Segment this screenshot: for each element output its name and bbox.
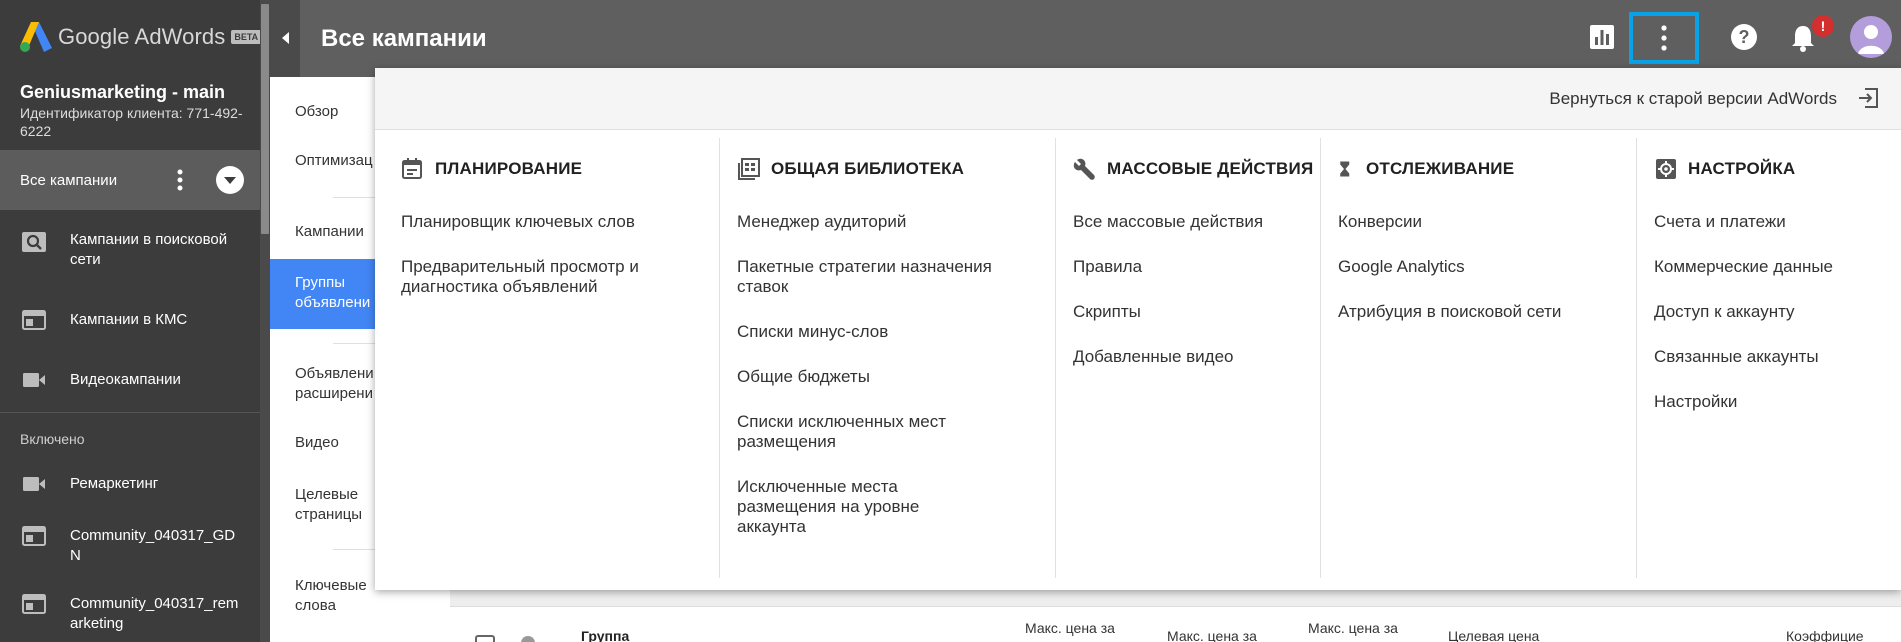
link-scripts[interactable]: Скрипты: [1073, 302, 1141, 322]
more-menu-panel: Вернуться к старой версии AdWords ПЛАНИР…: [375, 68, 1901, 590]
video-camera-icon: [23, 373, 45, 387]
page-title: Все кампании: [321, 25, 487, 52]
all-campaigns-item[interactable]: Все кампании: [0, 150, 260, 210]
sidebar-item-label: Community_040317_GDN: [70, 527, 236, 564]
panel-top-bar: Вернуться к старой версии AdWords: [375, 68, 1901, 130]
table-header-row: Группа Макс. цена за Макс. цена за Макс.…: [450, 606, 1901, 642]
logo-text: Google AdWords: [58, 24, 226, 49]
collapse-sidebar-button[interactable]: [270, 0, 300, 77]
display-campaign-icon: [22, 310, 46, 330]
user-avatar[interactable]: [1850, 16, 1892, 58]
svg-text:?: ?: [1739, 27, 1750, 47]
video-camera-icon: [23, 477, 45, 491]
hourglass-icon: [1340, 161, 1350, 177]
column-header-coefficient[interactable]: Коэффицие: [1786, 627, 1864, 642]
link-all-bulk-actions[interactable]: Все массовые действия: [1073, 212, 1263, 232]
menu-column-title: ОБЩАЯ БИБЛИОТЕКА: [771, 159, 965, 178]
link-shared-budgets[interactable]: Общие бюджеты: [737, 367, 870, 387]
menu-column-heading: ПЛАНИРОВАНИЕ: [401, 158, 582, 180]
notification-badge: !: [1812, 15, 1834, 37]
menu-column-title: НАСТРОЙКА: [1688, 159, 1796, 178]
menu-column-heading: НАСТРОЙКА: [1654, 158, 1795, 180]
return-old-version-link[interactable]: Вернуться к старой версии AdWords: [1549, 89, 1837, 109]
account-name: Geniusmarketing - main: [20, 82, 226, 102]
calendar-icon: [402, 158, 422, 179]
link-placement-exclusion-lists[interactable]: Списки исключенных мест размещения: [737, 412, 997, 452]
column-divider: [1636, 138, 1637, 578]
link-uploaded-videos[interactable]: Добавленные видео: [1073, 347, 1234, 367]
link-rules[interactable]: Правила: [1073, 257, 1142, 277]
link-linked-accounts[interactable]: Связанные аккаунты: [1654, 347, 1819, 367]
nav-item-keywords[interactable]: Ключевые слова: [295, 576, 375, 616]
menu-column-title: ОТСЛЕЖИВАНИЕ: [1366, 159, 1515, 178]
link-account-placement-exclusions[interactable]: Исключенные места размещения на уровне а…: [737, 477, 957, 537]
library-icon: [738, 158, 760, 180]
menu-column-bulk-actions: МАССОВЫЕ ДЕЙСТВИЯ Все массовые действия …: [1073, 138, 1313, 578]
sidebar-divider: [0, 412, 260, 413]
column-header-max-cpc-3[interactable]: Макс. цена за: [1308, 619, 1398, 637]
client-id: Идентификатор клиента: 771-492-6222: [20, 105, 243, 139]
nav-item-ads-extensions[interactable]: Объявлени расширени: [295, 364, 375, 404]
sidebar-item-label: Кампании в поисковой сети: [70, 231, 228, 268]
sidebar-item-label: Community_040317_remarketing: [70, 595, 239, 632]
exit-to-app-icon[interactable]: [1857, 87, 1879, 109]
search-campaign-icon: [22, 232, 46, 252]
link-ad-preview-diagnosis[interactable]: Предварительный просмотр и диагностика о…: [401, 257, 691, 297]
menu-column-heading: МАССОВЫЕ ДЕЙСТВИЯ: [1073, 158, 1313, 180]
display-campaign-icon: [22, 594, 46, 614]
link-conversions[interactable]: Конверсии: [1338, 212, 1422, 232]
sidebar-section-enabled: Включено: [20, 431, 85, 447]
status-dot-icon: [521, 636, 535, 642]
link-keyword-planner[interactable]: Планировщик ключевых слов: [401, 212, 635, 232]
column-header-max-cpc-1[interactable]: Макс. цена за: [1025, 619, 1115, 637]
menu-column-setup: НАСТРОЙКА Счета и платежи Коммерческие д…: [1654, 138, 1894, 578]
link-account-access[interactable]: Доступ к аккаунту: [1654, 302, 1795, 322]
menu-column-heading: ОБЩАЯ БИБЛИОТЕКА: [737, 158, 964, 180]
menu-column-heading: ОТСЛЕЖИВАНИЕ: [1338, 158, 1514, 180]
column-divider: [719, 138, 720, 578]
more-vert-icon[interactable]: [170, 168, 190, 192]
wrench-icon: [1073, 158, 1095, 180]
all-campaigns-label: Все кампании: [20, 172, 118, 189]
menu-column-shared-library: ОБЩАЯ БИБЛИОТЕКА Менеджер аудиторий Паке…: [737, 138, 1037, 578]
link-google-analytics[interactable]: Google Analytics: [1338, 257, 1465, 277]
column-header-ad-group[interactable]: Группа: [581, 627, 629, 642]
sidebar-item-label: Видеокампании: [70, 371, 181, 388]
nav-item-landing-pages[interactable]: Целевые страницы: [295, 485, 375, 525]
sidebar-item-label: Кампании в КМС: [70, 311, 188, 328]
menu-column-title: МАССОВЫЕ ДЕЙСТВИЯ: [1107, 159, 1314, 178]
help-icon[interactable]: ?: [1730, 23, 1758, 51]
scrollbar-thumb[interactable]: [261, 4, 269, 234]
column-divider: [1055, 138, 1056, 578]
select-all-checkbox[interactable]: [475, 635, 495, 642]
link-billing-payments[interactable]: Счета и платежи: [1654, 212, 1786, 232]
gear-icon: [1656, 159, 1676, 179]
sidebar-scrollbar[interactable]: [260, 0, 270, 642]
link-business-data[interactable]: Коммерческие данные: [1654, 257, 1833, 277]
menu-column-title: ПЛАНИРОВАНИЕ: [435, 159, 583, 178]
adwords-logo-icon: [20, 22, 52, 52]
display-campaign-icon: [22, 526, 46, 546]
nav-item-ad-groups[interactable]: Группы объявлени: [295, 273, 375, 313]
column-header-max-cpc-2[interactable]: Макс. цена за: [1167, 627, 1257, 642]
top-header: Все кампании ? !: [270, 0, 1901, 77]
link-settings[interactable]: Настройки: [1654, 392, 1737, 412]
left-sidebar: Google AdWords BETA Geniusmarketing - ma…: [0, 0, 270, 642]
more-vert-icon: [1661, 25, 1667, 51]
campaign-selector-button[interactable]: [216, 166, 244, 194]
column-divider: [1320, 138, 1321, 578]
beta-badge: BETA: [231, 30, 262, 44]
link-portfolio-bid-strategies[interactable]: Пакетные стратегии назначения ставок: [737, 257, 1027, 297]
more-menu-button[interactable]: [1629, 12, 1699, 64]
adwords-logo[interactable]: Google AdWords BETA: [20, 22, 262, 52]
link-negative-keyword-lists[interactable]: Списки минус-слов: [737, 322, 888, 342]
reports-icon[interactable]: [1589, 24, 1615, 50]
user-avatar-icon: [1858, 25, 1884, 54]
menu-column-measurement: ОТСЛЕЖИВАНИЕ Конверсии Google Analytics …: [1338, 138, 1628, 578]
column-header-target-cpa[interactable]: Целевая цена: [1448, 627, 1539, 642]
link-audience-manager[interactable]: Менеджер аудиторий: [737, 212, 906, 232]
sidebar-item-label: Ремаркетинг: [70, 475, 159, 492]
menu-column-planning: ПЛАНИРОВАНИЕ Планировщик ключевых слов П…: [401, 138, 701, 578]
link-search-attribution[interactable]: Атрибуция в поисковой сети: [1338, 302, 1561, 322]
